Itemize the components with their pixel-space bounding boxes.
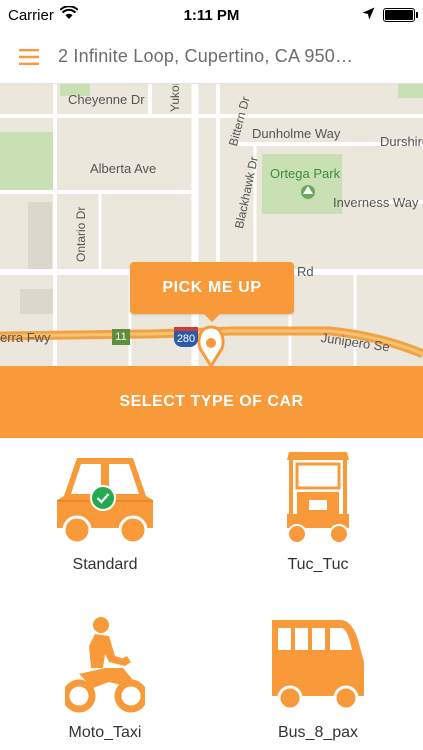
status-bar: Carrier 1:11 PM (0, 0, 423, 30)
pick-me-up-button[interactable]: PICK ME UP (130, 262, 294, 314)
map-label: Alberta Ave (90, 161, 157, 176)
wifi-icon (59, 5, 79, 24)
car-option-label: Tuc_Tuc (287, 556, 349, 573)
tuk-tuk-icon (283, 448, 353, 548)
pickup-address[interactable]: 2 Infinite Loop, Cupertino, CA 95014,... (58, 46, 358, 67)
map-label: Rd (297, 264, 314, 279)
car-option-label: Bus_8_pax (277, 724, 359, 741)
minibus-icon (268, 616, 368, 716)
map-roads (0, 84, 423, 366)
sedan-car-icon (53, 448, 157, 548)
map-label: Durshire (380, 134, 423, 149)
map-label: Dunholme Way (252, 126, 341, 141)
car-option-moto-taxi[interactable]: Moto_Taxi (0, 616, 210, 742)
select-car-type-header: SELECT TYPE OF CAR (0, 366, 423, 438)
map-label: Ontario Dr (74, 206, 88, 262)
hamburger-menu-icon[interactable] (0, 30, 58, 84)
car-option-tuc-tuc[interactable]: Tuc_Tuc (213, 448, 423, 574)
battery-icon (383, 8, 418, 22)
car-option-standard[interactable]: Standard (0, 448, 210, 574)
route-shield: 11 (112, 329, 130, 345)
map-label: Ortega Park (270, 166, 341, 181)
interstate-shield: 280 (174, 327, 198, 347)
selected-check-icon (90, 485, 116, 511)
map-label: Yukon Dr (168, 84, 182, 112)
pick-callout-tail (203, 313, 221, 322)
address-bar: 2 Infinite Loop, Cupertino, CA 95014,... (0, 30, 423, 84)
carrier-label: Carrier (8, 6, 54, 24)
car-option-label: Moto_Taxi (68, 724, 142, 741)
location-arrow-icon (362, 7, 375, 24)
car-option-bus-8-pax[interactable]: Bus_8_pax (213, 616, 423, 742)
map-label: Inverness Way (333, 195, 419, 210)
motorcycle-rider-icon (62, 616, 148, 716)
map-label: erra Fwy (0, 330, 51, 345)
car-option-label: Standard (72, 556, 138, 573)
map-label: Cheyenne Dr (68, 92, 145, 107)
car-type-grid: Standard Tuc_Tuc Moto_Taxi Bus_8_pax (0, 438, 423, 750)
map-view[interactable]: Cheyenne Dr Yukon Dr Bittern Dr Dunholme… (0, 84, 423, 366)
